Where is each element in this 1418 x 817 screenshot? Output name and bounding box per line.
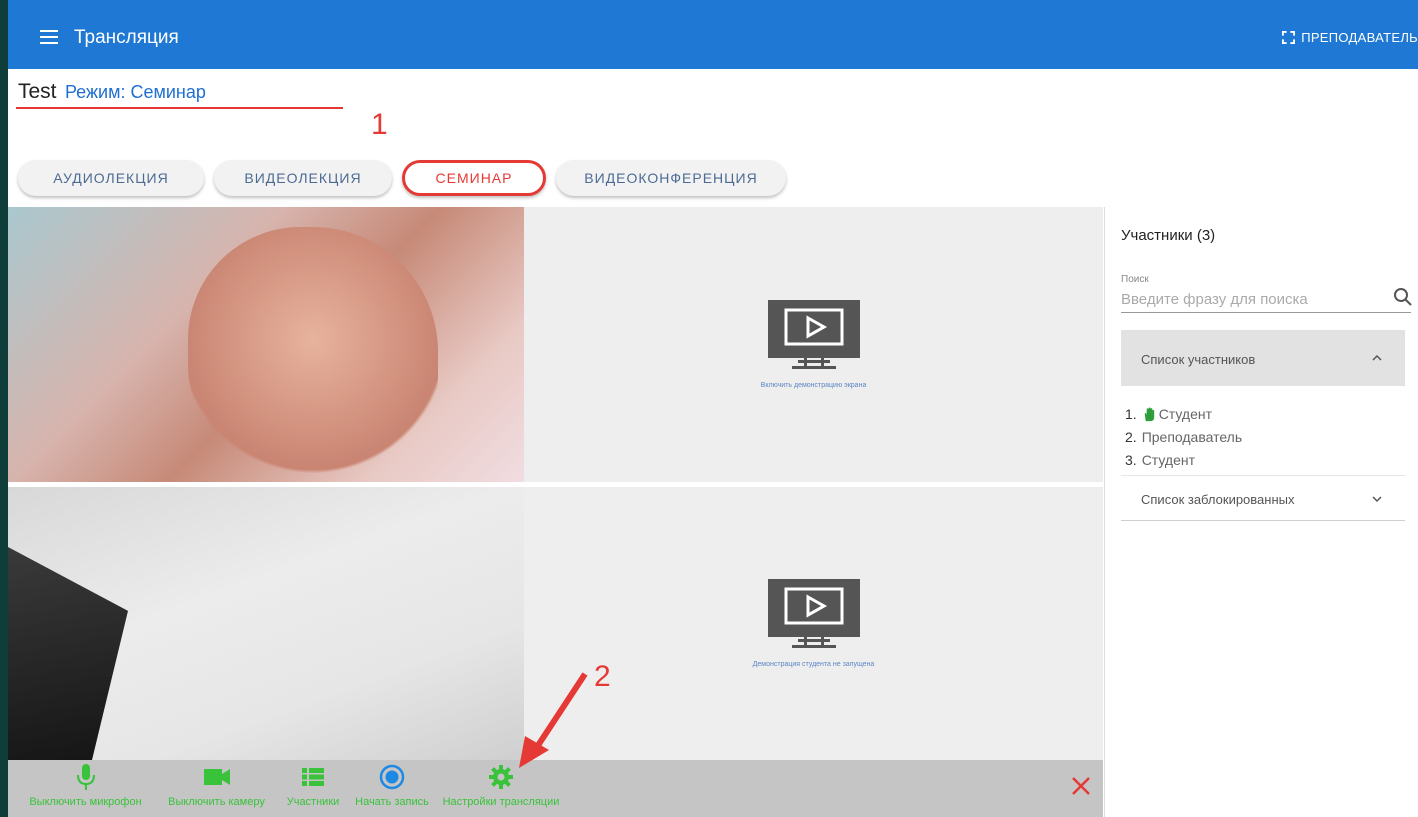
screen-share-tile-2: Демонстрация студента не запущена [524, 487, 1103, 760]
annotation-arrow-icon [519, 672, 588, 768]
top-app-bar: Трансляция ПРЕПОДАВАТЕЛЬ [8, 0, 1418, 69]
app-title: Трансляция [74, 27, 179, 48]
mic-toggle-label: Выключить микрофон [29, 796, 142, 808]
mode-seminar-button[interactable]: СЕМИНАР [402, 160, 546, 196]
mode-videoconference-button[interactable]: ВИДЕОКОНФЕРЕНЦИЯ [556, 160, 786, 196]
sidebar-title: Участники (3) [1121, 227, 1216, 244]
list-icon [302, 768, 324, 786]
annotation-2: 2 [594, 660, 611, 693]
search-label: Поиск [1121, 274, 1149, 285]
record-button[interactable]: Начать запись [353, 760, 431, 817]
camera-feed-teacher [8, 207, 524, 482]
hamburger-menu-icon[interactable] [40, 30, 58, 44]
search-icon[interactable] [1393, 287, 1413, 307]
participants-list: 1. Студент 2. Преподаватель 3. Студент [1125, 403, 1242, 472]
annotation-1: 1 [371, 108, 388, 141]
participants-button[interactable]: Участники [280, 760, 346, 817]
gear-icon [489, 765, 513, 789]
camera-icon [203, 769, 230, 785]
blocked-panel-header[interactable]: Список заблокированных [1121, 475, 1405, 521]
settings-label: Настройки трансляции [442, 796, 560, 808]
list-item[interactable]: 1. Студент [1125, 403, 1242, 426]
record-icon [379, 764, 405, 790]
chevron-up-icon [1372, 354, 1382, 361]
search-input[interactable] [1121, 287, 1411, 313]
list-item-number: 2. [1125, 429, 1137, 445]
role-button[interactable]: ПРЕПОДАВАТЕЛЬ [1282, 30, 1418, 45]
course-name: Test [18, 80, 57, 103]
mode-label: Режим: Семинар [64, 82, 206, 102]
page-title: Test Режим: Семинар [18, 80, 206, 104]
microphone-icon [76, 764, 95, 790]
list-item-name: Студент [1158, 406, 1213, 422]
list-item-name: Преподаватель [1141, 429, 1243, 445]
title-underline [16, 107, 343, 109]
participants-panel-label: Список участников [1141, 352, 1256, 367]
screen-share-caption-1[interactable]: Включить демонстрацию экрана [761, 382, 867, 389]
shadow-shape [8, 547, 128, 760]
camera-toggle-button[interactable]: Выключить камеру [159, 760, 274, 817]
role-label: ПРЕПОДАВАТЕЛЬ [1301, 30, 1418, 45]
close-icon[interactable] [1070, 775, 1092, 797]
monitor-play-icon [767, 579, 860, 648]
raised-hand-icon [1144, 407, 1154, 422]
list-item[interactable]: 3. Студент [1125, 449, 1242, 472]
participants-panel-header[interactable]: Список участников [1121, 330, 1405, 386]
monitor-play-icon [767, 300, 860, 369]
camera-feed-student [8, 487, 524, 760]
screen-share-caption-2: Демонстрация студента не запущена [752, 661, 875, 668]
screen-share-tile-1[interactable]: Включить демонстрацию экрана [524, 207, 1103, 482]
list-item-name: Студент [1141, 452, 1196, 468]
chevron-down-icon [1372, 496, 1382, 503]
app-window: Трансляция ПРЕПОДАВАТЕЛЬ Test Режим: Сем… [8, 0, 1418, 817]
mic-toggle-button[interactable]: Выключить микрофон [18, 760, 153, 817]
fullscreen-icon [1282, 31, 1296, 44]
face-image [188, 227, 438, 477]
participants-sidebar: Участники (3) Поиск Список участников 1.… [1104, 207, 1418, 817]
mode-videolecture-button[interactable]: ВИДЕОЛЕКЦИЯ [214, 160, 392, 196]
record-label: Начать запись [355, 796, 429, 808]
camera-toggle-label: Выключить камеру [168, 796, 265, 808]
mode-audiolecture-button[interactable]: АУДИОЛЕКЦИЯ [18, 160, 204, 196]
list-item[interactable]: 2. Преподаватель [1125, 426, 1242, 449]
list-item-number: 3. [1125, 452, 1137, 468]
blocked-panel-label: Список заблокированных [1141, 492, 1295, 507]
list-item-number: 1. [1125, 406, 1137, 422]
participants-label: Участники [286, 796, 340, 808]
mode-selector: АУДИОЛЕКЦИЯ ВИДЕОЛЕКЦИЯ СЕМИНАР ВИДЕОКОН… [18, 160, 796, 196]
